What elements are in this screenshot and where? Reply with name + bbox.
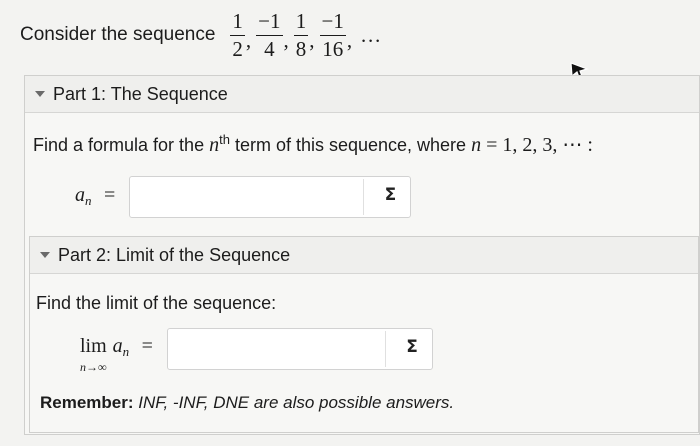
- math-sub-n: n: [85, 193, 92, 209]
- collapse-caret-icon[interactable]: [40, 252, 50, 258]
- sequence-term-4: −1 16: [319, 10, 346, 61]
- equals-sign: =: [141, 335, 153, 358]
- collapse-caret-icon[interactable]: [35, 91, 45, 97]
- instruction-text: term of this sequence, where: [229, 135, 472, 155]
- math-var-a: a: [112, 335, 123, 358]
- limit-answer-input[interactable]: Σ: [166, 328, 433, 370]
- sequence-term-1: 1 2: [230, 10, 245, 61]
- part-2-instruction: Find the limit of the sequence:: [36, 293, 277, 313]
- input-divider: [384, 331, 386, 367]
- term-2-numerator: −1: [256, 10, 283, 36]
- answer-label-an: an =: [75, 184, 115, 209]
- term-4-denominator: 16: [322, 36, 344, 61]
- lim-word: lim: [80, 335, 107, 357]
- math-var-n: n: [471, 134, 482, 156]
- part-2-header[interactable]: Part 2: Limit of the Sequence: [30, 237, 698, 274]
- formula-answer-input[interactable]: Σ: [129, 176, 412, 218]
- part-2-panel: Part 2: Limit of the Sequence Find the l…: [29, 236, 699, 433]
- math-var-n: n: [209, 134, 220, 156]
- term-separator: ,: [283, 27, 289, 52]
- sequence-ellipsis: …: [360, 22, 382, 47]
- sequence-term-3: 1 8: [293, 10, 309, 61]
- input-divider: [363, 179, 365, 215]
- remember-note: Remember: INF, -INF, DNE are also possib…: [40, 393, 454, 413]
- term-3-denominator: 8: [295, 36, 307, 61]
- sigma-symbol-button-icon[interactable]: Σ: [406, 337, 418, 357]
- term-3-numerator: 1: [293, 10, 309, 36]
- part-1-header[interactable]: Part 1: The Sequence: [25, 76, 699, 113]
- part-2-title: Part 2: Limit of the Sequence: [58, 244, 291, 265]
- part-2-answer-row: lim n→∞ an = Σ: [80, 328, 433, 375]
- sequence-expression: 1 2 , −1 4 , 1 8 , −1 16 , …: [229, 10, 382, 61]
- term-separator: ,: [346, 27, 353, 52]
- math-var-a: a: [75, 184, 85, 207]
- limit-expression: lim n→∞: [80, 335, 107, 375]
- math-sub-n: n: [122, 344, 130, 360]
- question-header: Consider the sequence 1 2 , −1 4 , 1 8 ,…: [20, 6, 381, 64]
- part-1-panel: Part 1: The Sequence Find a formula for …: [24, 75, 700, 435]
- superscript-th: th: [219, 132, 230, 147]
- sigma-symbol-button-icon[interactable]: Σ: [385, 185, 397, 205]
- part-1-instruction: Find a formula for the nth term of this …: [33, 132, 593, 157]
- page: Consider the sequence 1 2 , −1 4 , 1 8 ,…: [0, 0, 700, 446]
- instruction-text: Find a formula for the: [33, 135, 210, 155]
- equals-sign: =: [103, 184, 116, 207]
- term-4-numerator: −1: [319, 10, 346, 36]
- term-1-denominator: 2: [232, 36, 243, 61]
- lim-subscript: n→∞: [80, 360, 107, 374]
- limit-variable: an =: [113, 335, 153, 360]
- sequence-term-2: −1 4: [256, 10, 283, 61]
- question-text: Consider the sequence: [20, 24, 216, 45]
- part-1-title: Part 1: The Sequence: [53, 83, 228, 104]
- part-1-answer-row: an = Σ: [75, 176, 412, 218]
- remember-label: Remember:: [40, 393, 134, 412]
- term-separator: ,: [309, 27, 315, 52]
- term-separator: ,: [245, 27, 252, 52]
- term-1-numerator: 1: [230, 10, 245, 36]
- term-2-denominator: 4: [264, 36, 275, 61]
- instruction-condition: = 1, 2, 3, ⋯ :: [481, 134, 593, 156]
- remember-text: INF, -INF, DNE are also possible answers…: [133, 393, 455, 412]
